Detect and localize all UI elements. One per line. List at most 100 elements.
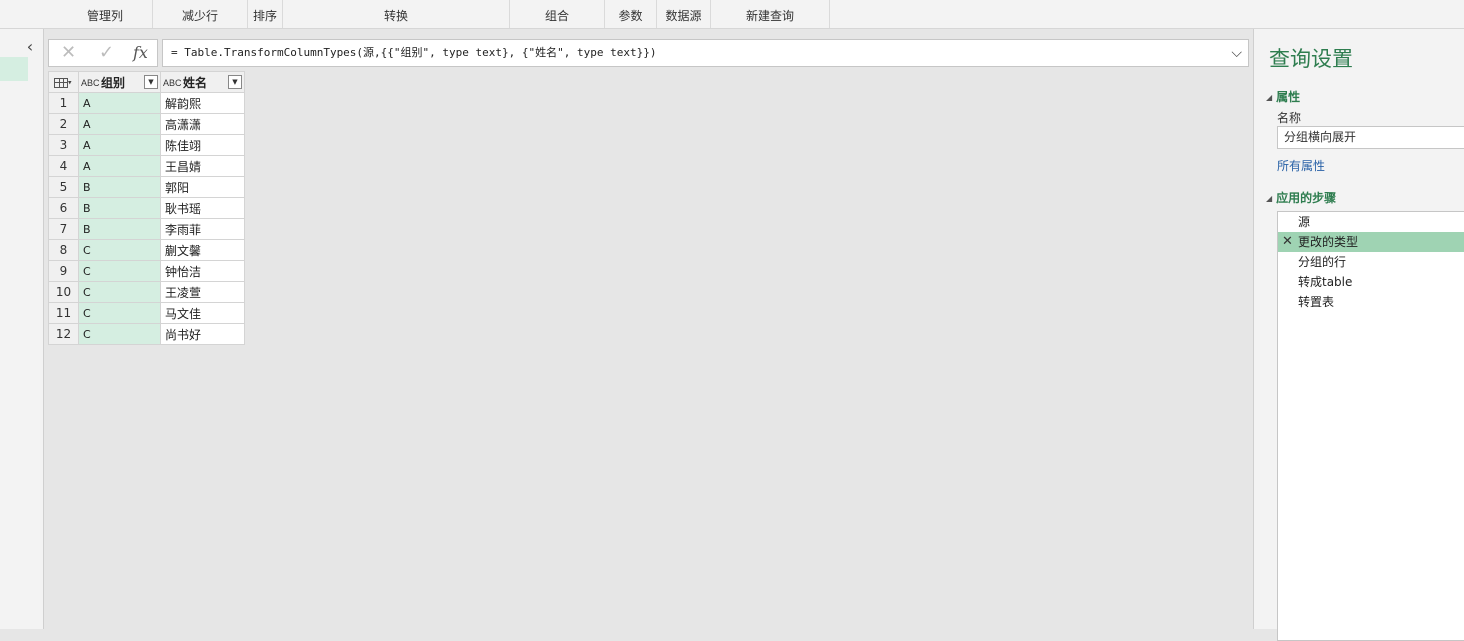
applied-step-item[interactable]: 分组的行 <box>1278 252 1464 272</box>
table-row[interactable]: 8 C 蒯文馨 <box>48 239 245 261</box>
text-type-icon[interactable]: ABC <box>163 78 183 88</box>
row-number[interactable]: 2 <box>48 113 79 135</box>
row-number[interactable]: 1 <box>48 92 79 114</box>
ribbon-group-data-sources[interactable]: 数据源 <box>657 0 711 28</box>
properties-section-header[interactable]: ◢ 属性 <box>1266 88 1300 105</box>
table-row[interactable]: 6 B 耿书瑶 <box>48 197 245 219</box>
cell-name[interactable]: 马文佳 <box>160 302 245 324</box>
cell-name[interactable]: 耿书瑶 <box>160 197 245 219</box>
cell-group[interactable]: B <box>78 176 161 198</box>
column-header-label: 组别 <box>101 75 126 90</box>
collapse-triangle-icon: ◢ <box>1266 93 1273 102</box>
row-number[interactable]: 10 <box>48 281 79 303</box>
cell-name[interactable]: 解韵熙 <box>160 92 245 114</box>
cell-group[interactable]: C <box>78 281 161 303</box>
table-menu-button[interactable]: ▾ <box>48 71 79 93</box>
table-row[interactable]: 5 B 郭阳 <box>48 176 245 198</box>
cell-group[interactable]: B <box>78 218 161 240</box>
ribbon-group-transform[interactable]: 转换 <box>283 0 510 28</box>
ribbon-group-combine[interactable]: 组合 <box>510 0 605 28</box>
cell-group[interactable]: A <box>78 92 161 114</box>
table-row[interactable]: 9 C 钟怡洁 <box>48 260 245 282</box>
cell-name[interactable]: 尚书好 <box>160 323 245 345</box>
cell-name[interactable]: 陈佳翊 <box>160 134 245 156</box>
cell-group[interactable]: C <box>78 323 161 345</box>
cell-group[interactable]: C <box>78 239 161 261</box>
column-header-name[interactable]: ABC姓名 ▼ <box>160 71 245 93</box>
cell-group[interactable]: A <box>78 155 161 177</box>
query-name-input[interactable]: 分组横向展开 <box>1277 126 1464 149</box>
row-number[interactable]: 11 <box>48 302 79 324</box>
selected-query-indicator[interactable] <box>0 57 28 81</box>
column-header-group[interactable]: ABC组别 ▼ <box>78 71 161 93</box>
applied-step-item[interactable]: ✕ 更改的类型 <box>1278 232 1464 252</box>
query-settings-pane: 查询设置 ◢ 属性 名称 分组横向展开 所有属性 ◢ 应用的步骤 源 ✕ 更改的类型分组… <box>1253 29 1464 641</box>
dropdown-caret-icon: ▾ <box>68 78 72 87</box>
table-icon <box>54 77 68 88</box>
table-row[interactable]: 7 B 李雨菲 <box>48 218 245 240</box>
cell-group[interactable]: C <box>78 260 161 282</box>
ribbon-group-reduce-rows[interactable]: 减少行 <box>153 0 248 28</box>
row-number[interactable]: 7 <box>48 218 79 240</box>
applied-step-label: 转置表 <box>1298 295 1335 309</box>
applied-step-label: 转成table <box>1298 275 1353 289</box>
table-row[interactable]: 10 C 王凌萱 <box>48 281 245 303</box>
applied-step-label: 更改的类型 <box>1298 235 1359 249</box>
applied-step-item[interactable]: 转成table <box>1278 272 1464 292</box>
chevron-left-icon[interactable]: ‹ <box>22 39 38 55</box>
cell-name[interactable]: 李雨菲 <box>160 218 245 240</box>
checkmark-icon[interactable]: ✓ <box>99 43 114 63</box>
applied-step-item[interactable]: 转置表 <box>1278 292 1464 312</box>
table-row[interactable]: 2 A 高潇潇 <box>48 113 245 135</box>
collapse-triangle-icon: ◢ <box>1266 194 1273 203</box>
applied-step-label: 源 <box>1298 215 1311 229</box>
row-number[interactable]: 3 <box>48 134 79 156</box>
cell-name[interactable]: 郭阳 <box>160 176 245 198</box>
cell-name[interactable]: 高潇潇 <box>160 113 245 135</box>
ribbon-group-parameters[interactable]: 参数 <box>605 0 657 28</box>
row-number[interactable]: 5 <box>48 176 79 198</box>
applied-step-item[interactable]: 源 <box>1278 212 1464 232</box>
applied-steps-section-header[interactable]: ◢ 应用的步骤 <box>1266 189 1336 206</box>
name-label: 名称 <box>1277 111 1302 125</box>
row-number[interactable]: 9 <box>48 260 79 282</box>
table-row[interactable]: 12 C 尚书好 <box>48 323 245 345</box>
cell-name[interactable]: 王凌萱 <box>160 281 245 303</box>
applied-steps-list: 源 ✕ 更改的类型分组的行转成table 转置表 <box>1277 211 1464 641</box>
formula-bar-buttons: ✕ ✓ fx <box>48 39 158 67</box>
cell-group[interactable]: C <box>78 302 161 324</box>
row-number[interactable]: 12 <box>48 323 79 345</box>
chevron-down-icon[interactable]: ⌵ <box>1231 40 1242 66</box>
ribbon-group-sort[interactable]: 排序 <box>248 0 283 28</box>
ribbon-group-labels: 管理列 减少行 排序 转换 组合 参数 数据源 新建查询 <box>0 0 1464 29</box>
row-number[interactable]: 6 <box>48 197 79 219</box>
cell-name[interactable]: 王昌婧 <box>160 155 245 177</box>
cancel-icon[interactable]: ✕ <box>61 43 76 63</box>
text-type-icon[interactable]: ABC <box>81 78 101 88</box>
pane-title: 查询设置 <box>1269 47 1353 71</box>
all-properties-link[interactable]: 所有属性 <box>1277 157 1325 174</box>
column-header-label: 姓名 <box>183 75 208 90</box>
cell-group[interactable]: B <box>78 197 161 219</box>
table-row[interactable]: 3 A 陈佳翊 <box>48 134 245 156</box>
cell-name[interactable]: 蒯文馨 <box>160 239 245 261</box>
ribbon-group-new-query[interactable]: 新建查询 <box>711 0 830 28</box>
table-row[interactable]: 1 A 解韵熙 <box>48 92 245 114</box>
filter-dropdown-icon[interactable]: ▼ <box>228 75 242 89</box>
applied-step-label: 分组的行 <box>1298 255 1347 269</box>
cell-name[interactable]: 钟怡洁 <box>160 260 245 282</box>
fx-icon[interactable]: fx <box>133 43 148 63</box>
cell-group[interactable]: A <box>78 113 161 135</box>
row-number[interactable]: 4 <box>48 155 79 177</box>
cell-group[interactable]: A <box>78 134 161 156</box>
formula-text: = Table.TransformColumnTypes(源,{{"组别", t… <box>171 46 657 59</box>
table-row[interactable]: 11 C 马文佳 <box>48 302 245 324</box>
table-row[interactable]: 4 A 王昌婧 <box>48 155 245 177</box>
queries-navigator-collapsed: ‹ <box>0 29 44 629</box>
data-preview-grid: ▾ ABC组别 ▼ ABC姓名 ▼ 1 A 解韵熙 2 A 高潇潇 3 A 陈佳翊 4 A 王昌婧 5 B… <box>48 71 245 345</box>
delete-step-icon[interactable]: ✕ <box>1282 232 1293 252</box>
formula-input[interactable]: = Table.TransformColumnTypes(源,{{"组别", t… <box>162 39 1249 67</box>
row-number[interactable]: 8 <box>48 239 79 261</box>
filter-dropdown-icon[interactable]: ▼ <box>144 75 158 89</box>
ribbon-group-manage-columns[interactable]: 管理列 <box>58 0 153 28</box>
